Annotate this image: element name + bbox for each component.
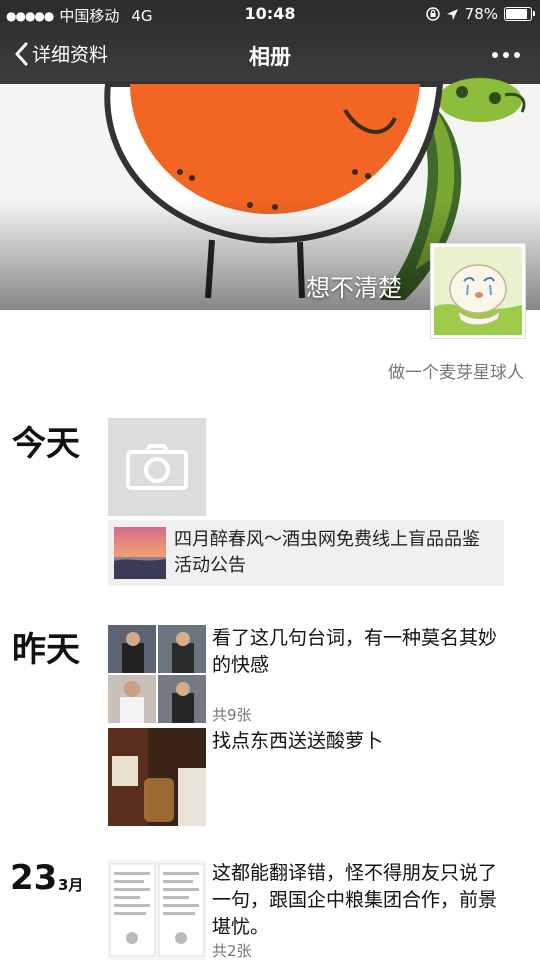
grid-photo [158,675,206,723]
grid-photo [108,675,156,723]
photo-grid-thumbnail[interactable] [108,625,206,723]
avatar-image [434,247,522,335]
photo-count: 共2张 [212,942,252,960]
status-bar: ●●●●● 中国移动 4G 10:48 78% [0,0,540,28]
page-title: 相册 [249,45,291,69]
more-icon[interactable] [492,52,520,58]
post-text[interactable]: 看了这几句台词，有一种莫名其妙的快感 [212,625,512,679]
grid-photo [108,625,156,673]
avatar[interactable] [430,243,526,339]
post-text[interactable]: 找点东西送送酸萝卜 [212,728,512,755]
photo-thumbnail[interactable] [108,728,206,826]
nav-bar: 详细资料 相册 [0,28,540,84]
lock-rotation-icon [425,7,440,21]
camera-icon [126,444,188,490]
date-day: 23 [10,858,58,898]
profile-nickname: 想不清楚 [306,274,402,302]
grid-photo [158,625,206,673]
date-today: 今天 [12,424,80,464]
status-right: 78% [425,5,535,23]
location-arrow-icon [446,8,458,20]
date-yesterday: 昨天 [12,630,80,670]
post-text[interactable]: 这都能翻译错，怪不得朋友只说了一句，跟国企中粮集团合作，前景堪忧。 [212,860,512,941]
photo-thumbnail[interactable] [108,860,206,960]
shared-link-card[interactable]: 四月醉春风～酒虫网免费线上盲品品鉴活动公告 [108,520,504,586]
date-month: 3月 [58,876,84,894]
share-thumbnail [114,527,166,579]
photo-count: 共9张 [212,706,252,724]
battery-icon [504,7,535,21]
post-photo-button[interactable] [108,418,206,516]
battery-percent: 78% [464,5,498,23]
profile-signature: 做一个麦芽星球人 [388,363,524,383]
share-title: 四月醉春风～酒虫网免费线上盲品品鉴活动公告 [174,529,480,576]
